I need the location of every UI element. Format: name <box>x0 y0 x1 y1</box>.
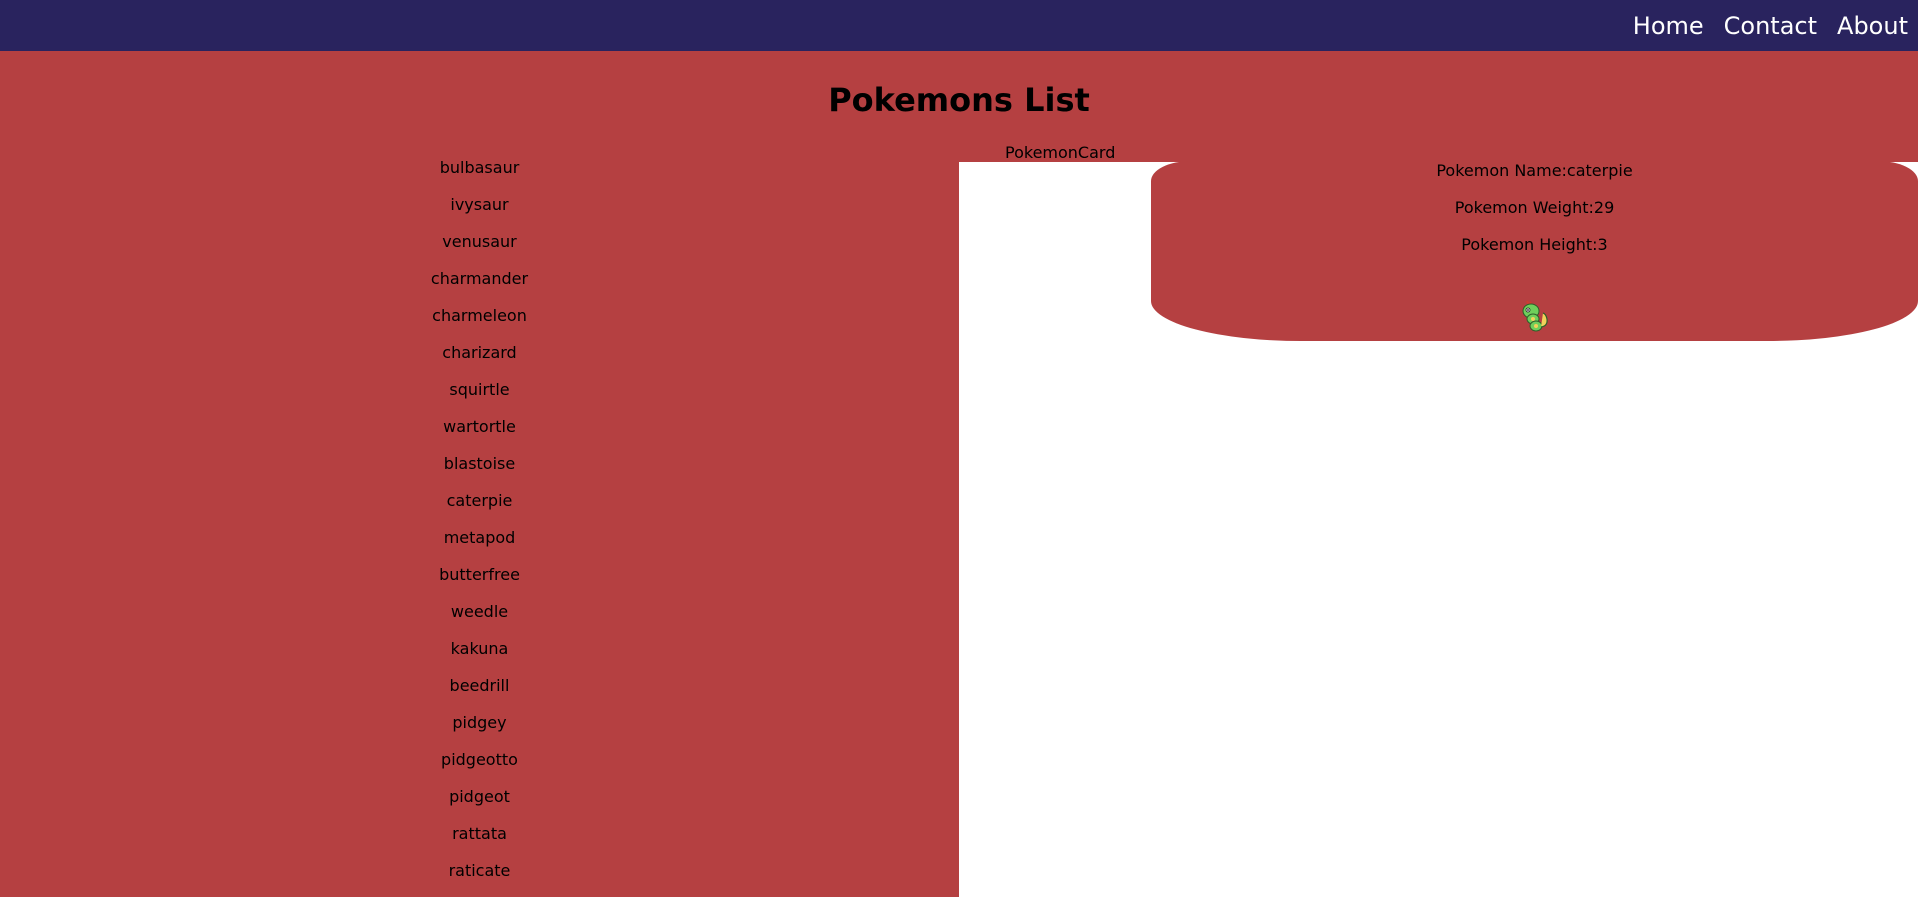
pokemon-list: bulbasaur ivysaur venusaur charmander ch… <box>0 157 959 897</box>
nav-link-home[interactable]: Home <box>1633 14 1704 38</box>
page-title: Pokemons List <box>828 81 1090 119</box>
list-item[interactable]: raticate <box>0 860 959 897</box>
list-item[interactable]: weedle <box>0 601 959 638</box>
list-item[interactable]: pidgeotto <box>0 749 959 786</box>
list-item[interactable]: bulbasaur <box>0 157 959 194</box>
list-item[interactable]: beedrill <box>0 675 959 712</box>
nav-link-about[interactable]: About <box>1837 14 1908 38</box>
pokemon-weight: Pokemon Weight:29 <box>1454 198 1615 217</box>
pokemon-card-label: PokemonCard <box>1005 143 1116 162</box>
list-item[interactable]: charizard <box>0 342 959 379</box>
list-item[interactable]: pidgeot <box>0 786 959 823</box>
list-item[interactable]: wartortle <box>0 416 959 453</box>
list-item[interactable]: venusaur <box>0 231 959 268</box>
navbar: Home Contact About <box>0 0 1918 51</box>
list-item[interactable]: metapod <box>0 527 959 564</box>
list-item[interactable]: butterfree <box>0 564 959 601</box>
pokemon-card: Pokemon Name:caterpie Pokemon Weight:29 … <box>1151 161 1918 341</box>
list-item[interactable]: charmander <box>0 268 959 305</box>
list-item[interactable]: rattata <box>0 823 959 860</box>
list-item[interactable]: pidgey <box>0 712 959 749</box>
list-item[interactable]: blastoise <box>0 453 959 490</box>
pokemon-height: Pokemon Height:3 <box>1461 235 1608 254</box>
list-item[interactable]: kakuna <box>0 638 959 675</box>
list-item[interactable]: charmeleon <box>0 305 959 342</box>
pokemon-name: Pokemon Name:caterpie <box>1436 161 1633 180</box>
list-item[interactable]: ivysaur <box>0 194 959 231</box>
list-item[interactable]: caterpie <box>0 490 959 527</box>
nav-link-contact[interactable]: Contact <box>1724 14 1817 38</box>
list-item[interactable]: squirtle <box>0 379 959 416</box>
caterpie-sprite-icon <box>1522 300 1548 332</box>
